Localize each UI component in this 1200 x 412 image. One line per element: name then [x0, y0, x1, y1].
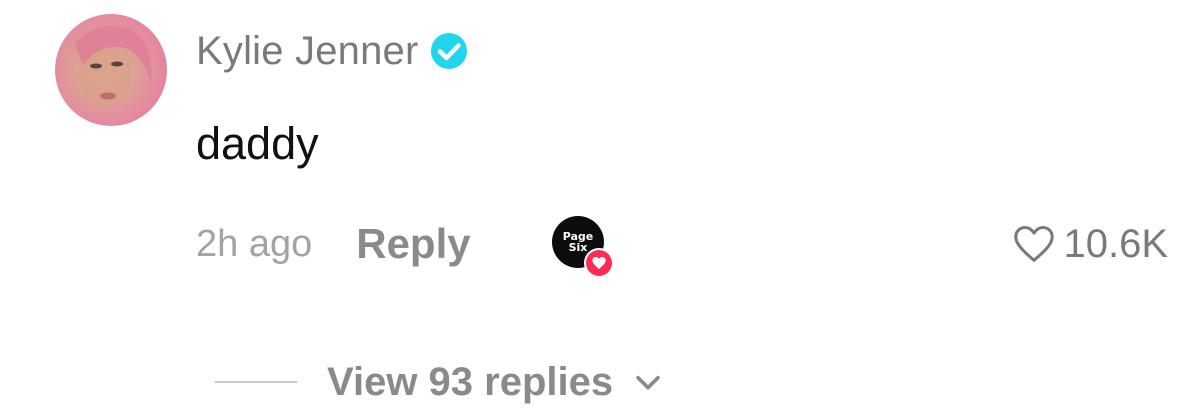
like-button[interactable]: 10.6K [1011, 218, 1168, 270]
username[interactable]: Kylie Jenner [196, 29, 419, 74]
comment-text: daddy [196, 118, 319, 169]
reply-button[interactable]: Reply [356, 220, 470, 268]
comment-meta: 2h ago Reply [196, 214, 471, 274]
username-row: Kylie Jenner [196, 26, 469, 76]
verified-badge-icon [429, 31, 469, 71]
like-count: 10.6K [1063, 221, 1168, 266]
timestamp: 2h ago [196, 222, 313, 265]
view-replies-button[interactable]: View 93 replies [215, 352, 665, 412]
heart-filled-icon [584, 248, 614, 278]
heart-outline-icon[interactable] [1011, 221, 1057, 267]
view-replies-label[interactable]: View 93 replies [327, 360, 613, 405]
replies-divider [215, 381, 297, 383]
avatar[interactable] [55, 14, 167, 126]
creator-liked-badge: Page Six [552, 216, 616, 280]
